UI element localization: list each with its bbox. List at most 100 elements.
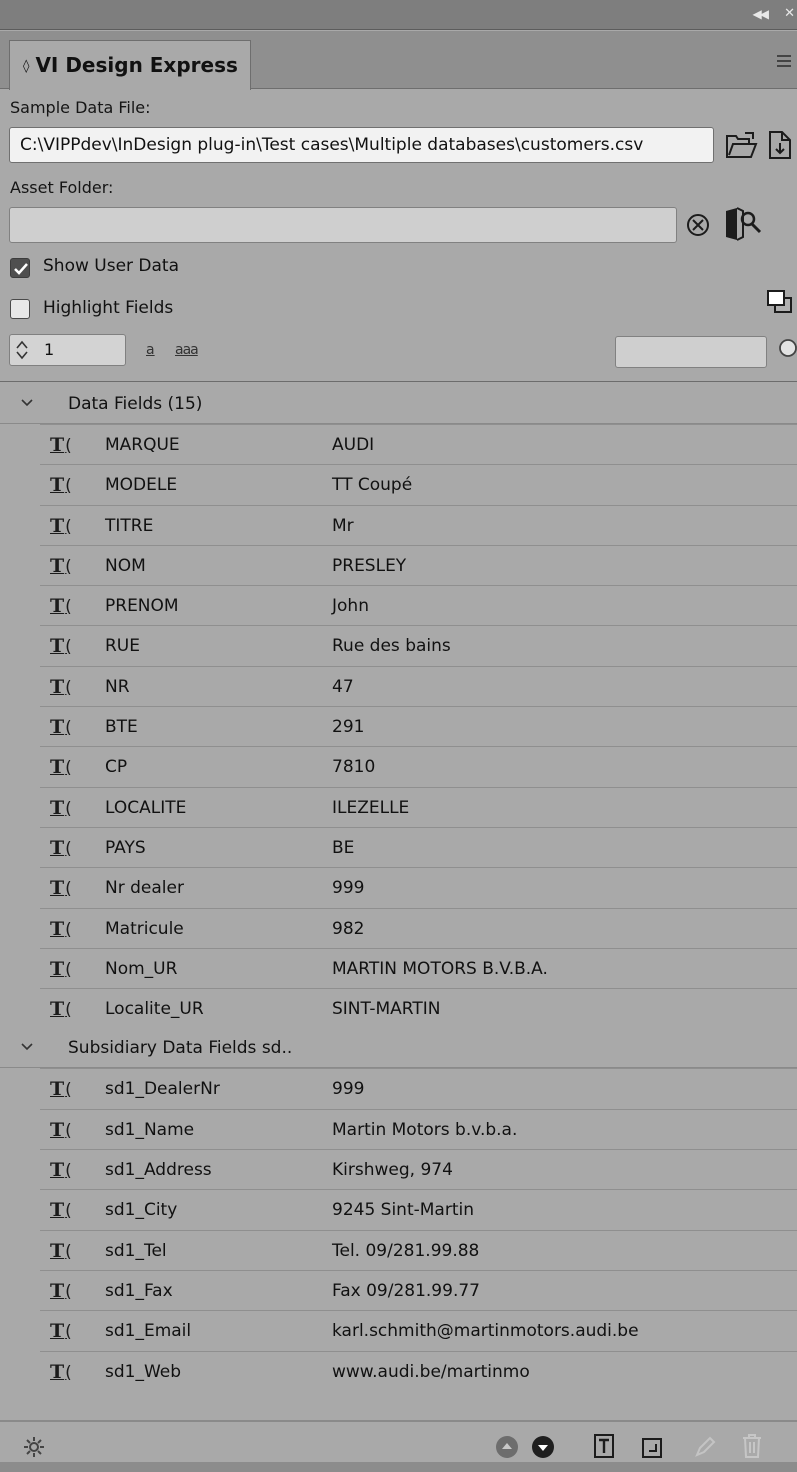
field-name: sd1_Email [105, 1321, 192, 1342]
checkmark-icon [14, 263, 28, 275]
record-number-value: 1 [44, 340, 55, 359]
field-value: AUDI [332, 435, 375, 455]
clear-icon[interactable] [685, 212, 711, 238]
field-name: CP [105, 757, 128, 778]
text-field-icon: T( [50, 635, 72, 658]
move-down-icon[interactable] [530, 1434, 556, 1460]
field-value: Martin Motors b.v.b.a. [332, 1119, 518, 1140]
field-row[interactable]: T( MODELE TT Coupé [40, 464, 797, 504]
color-swatch-icon[interactable] [765, 288, 795, 316]
field-row[interactable]: T(Localite_UR SINT-MARTIN [40, 988, 797, 1028]
field-name: NR [105, 676, 130, 697]
trash-icon[interactable] [739, 1432, 765, 1460]
field-name: Nr dealer [105, 878, 184, 899]
text-field-icon: T( [50, 675, 72, 698]
field-row[interactable]: T(TITRE Mr [40, 504, 797, 545]
field-value: 9245 Sint-Martin [332, 1200, 474, 1221]
text-field-icon: T( [50, 434, 72, 456]
text-field-icon: T( [50, 1320, 72, 1343]
field-name: sd1_DealerNr [105, 1079, 220, 1100]
group-name: Subsidiary Data Fields sd.. [68, 1038, 293, 1059]
text-field-icon: T( [50, 1279, 72, 1302]
gear-icon[interactable] [22, 1435, 46, 1459]
resize-strip[interactable] [0, 1462, 797, 1472]
field-value: 47 [332, 676, 354, 697]
text-field-icon: T( [50, 595, 72, 618]
asset-folder-label: Asset Folder: [10, 178, 114, 197]
highlight-fields-checkbox[interactable] [10, 299, 30, 319]
field-row[interactable]: T(sd1_Fax Fax 09/281.99.77 [40, 1269, 797, 1310]
search-icon[interactable] [775, 336, 797, 366]
field-row[interactable]: T(RUE Rue des bains [40, 625, 797, 665]
group-row[interactable]: Data Fields (15) [0, 384, 797, 424]
field-row[interactable]: T(sd1_Web www.audi.be/martinmo [40, 1350, 797, 1391]
chevron-down-icon[interactable] [20, 1042, 34, 1052]
group-row[interactable]: Subsidiary Data Fields sd.. [0, 1028, 797, 1069]
browse-folder-icon[interactable] [723, 205, 763, 243]
text-field-icon: T( [50, 1159, 72, 1182]
move-up-icon[interactable] [494, 1434, 520, 1460]
field-value: 982 [332, 918, 365, 939]
text-field-icon: T( [50, 998, 72, 1021]
field-name: Nom_UR [105, 958, 178, 979]
stepper-arrows-icon[interactable] [15, 339, 29, 361]
field-row[interactable]: T(PRENOM John [40, 585, 797, 625]
sort-arrows-icon: ◊ [23, 59, 30, 74]
search-input[interactable] [615, 336, 767, 368]
field-row[interactable]: T(BTE 291 [40, 706, 797, 746]
field-value: TT Coupé [332, 475, 413, 496]
field-row[interactable]: T(Matricule 982 [40, 907, 797, 948]
field-row[interactable]: T(sd1_City 9245 Sint-Martin [40, 1189, 797, 1229]
field-name: RUE [105, 636, 140, 657]
tab-vi-design-express[interactable]: ◊ VI Design Express [9, 40, 251, 90]
asset-folder-field[interactable] [9, 207, 677, 243]
text-field-icon: T( [50, 1239, 72, 1262]
field-value: www.audi.be/martinmo [332, 1361, 530, 1382]
match-case-a-toggle[interactable]: a [146, 342, 155, 358]
field-value: karl.schmith@martinmotors.audi.be [332, 1321, 639, 1342]
field-row[interactable]: T(Nom_UR MARTIN MOTORS B.V.B.A. [40, 947, 797, 988]
open-folder-icon[interactable] [725, 131, 759, 161]
text-field-icon: T( [50, 957, 72, 980]
field-row[interactable]: T(NOM PRESLEY [40, 544, 797, 585]
text-field-icon: T( [50, 474, 72, 497]
edit-icon[interactable] [692, 1434, 718, 1460]
show-user-data-checkbox[interactable] [10, 258, 30, 278]
panel-topbar: ◀◀ ✕ [0, 0, 797, 30]
field-value: Fax 09/281.99.77 [332, 1280, 480, 1301]
close-icon[interactable]: ✕ [784, 6, 795, 21]
field-row[interactable]: T(sd1_DealerNr 999 [40, 1068, 797, 1108]
field-value: Tel. 09/281.99.88 [332, 1240, 480, 1261]
insert-text-field-icon[interactable] [592, 1433, 618, 1461]
field-value: Kirshweg, 974 [332, 1160, 453, 1181]
data-fields-tree: Data Fields (15) T(MARQUE AUDI T(MODELE TT C… [0, 384, 797, 1391]
field-row[interactable]: T(LOCALITE ILEZELLE [40, 786, 797, 827]
sample-data-path-field[interactable]: C:\VIPPdev\InDesign plug-in\Test cases\M… [9, 127, 714, 163]
text-field-icon: T( [50, 1118, 72, 1141]
record-number-stepper[interactable]: 1 [9, 334, 126, 366]
field-name: sd1_Address [105, 1160, 212, 1181]
collapse-icon[interactable]: ◀◀ [753, 7, 770, 21]
panel-menu-icon[interactable] [777, 55, 791, 70]
chevron-down-icon[interactable] [20, 398, 34, 408]
insert-image-field-icon[interactable] [640, 1436, 666, 1460]
field-row[interactable]: T( NR 47 [40, 665, 797, 706]
field-row[interactable]: T( sd1_Email karl.schmith@martinmotors.aud… [40, 1310, 797, 1350]
field-value: 7810 [332, 757, 376, 778]
match-case-aaa-toggle[interactable]: aaa [175, 342, 199, 358]
text-field-icon: T( [50, 796, 72, 819]
field-row[interactable]: T(sd1_Tel Tel. 09/281.99.88 [40, 1229, 797, 1270]
new-file-icon[interactable] [766, 129, 794, 161]
field-name: MODELE [105, 475, 178, 496]
field-row[interactable]: T(CP 7810 [40, 746, 797, 786]
section-divider [0, 381, 797, 382]
field-row[interactable]: T( sd1_Name Martin Motors b.v.b.a. [40, 1108, 797, 1149]
field-row[interactable]: T(MARQUE AUDI [40, 424, 797, 464]
field-name: sd1_Name [105, 1119, 195, 1140]
field-row[interactable]: T( sd1_Address Kirshweg, 974 [40, 1149, 797, 1189]
field-row[interactable]: T(Nr dealer 999 [40, 867, 797, 907]
text-field-icon: T( [50, 877, 72, 900]
panel-tab-row: ◊ VI Design Express [0, 31, 797, 90]
field-row[interactable]: T(PAYS BE [40, 826, 797, 867]
text-field-icon: T( [50, 917, 72, 940]
